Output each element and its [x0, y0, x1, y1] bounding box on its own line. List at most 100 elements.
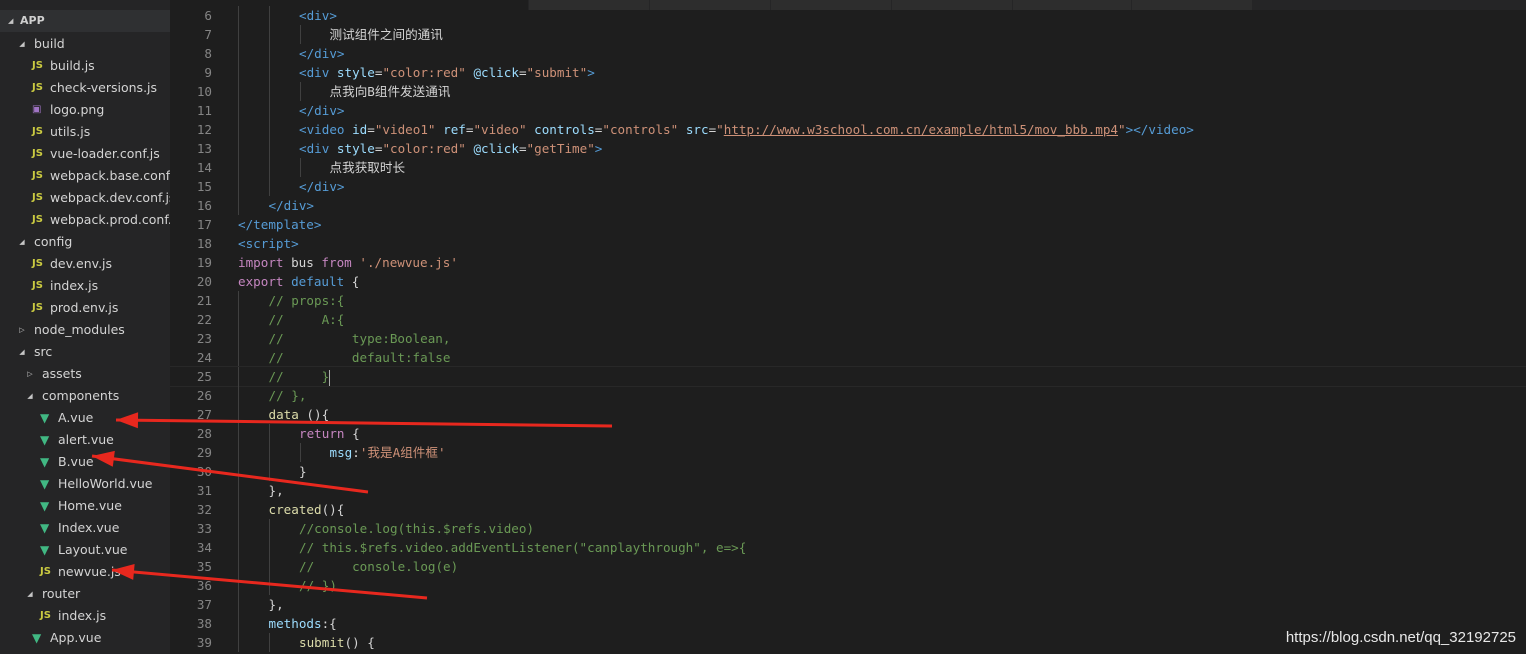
code-text: // type:Boolean,	[269, 329, 451, 348]
code-url-link[interactable]: http://www.w3school.com.cn/example/html5…	[724, 122, 1118, 137]
line-number: 13	[196, 141, 212, 156]
tree-file[interactable]: JS check-versions.js	[0, 77, 170, 99]
tree-folder[interactable]: ▷ node_modules	[0, 319, 170, 341]
js-file-icon: JS	[40, 610, 51, 621]
code-text: // A:{	[269, 310, 345, 329]
code-line[interactable]: 26 // },	[170, 386, 1526, 405]
tree-folder[interactable]: ▷ assets	[0, 363, 170, 385]
tree-file[interactable]: JS build.js	[0, 55, 170, 77]
code-line[interactable]: 25 // }	[170, 366, 1526, 387]
code-line[interactable]: 24 // default:false	[170, 348, 1526, 367]
line-number: 16	[196, 198, 212, 213]
chevron-right-icon[interactable]: ▷	[26, 363, 34, 385]
tree-file[interactable]: ▼ B.vue	[0, 451, 170, 473]
code-line[interactable]: 37},	[170, 595, 1526, 614]
chevron-down-icon[interactable]: ◢	[26, 385, 34, 407]
code-line[interactable]: 9 <div style="color:red" @click="submit">	[170, 63, 1526, 82]
code-line[interactable]: 28 return {	[170, 424, 1526, 443]
code-line[interactable]: 18 <script>	[170, 234, 1526, 253]
code-line[interactable]: 23 // type:Boolean,	[170, 329, 1526, 348]
code-line[interactable]: 22 // A:{	[170, 310, 1526, 329]
code-line[interactable]: 11 </div>	[170, 101, 1526, 120]
code-line[interactable]: 32 created(){	[170, 500, 1526, 519]
tree-file[interactable]: JS webpack.prod.conf.js	[0, 209, 170, 231]
code-line[interactable]: 29 msg:'我是A组件框'	[170, 443, 1526, 462]
code-line[interactable]: 17 </template>	[170, 215, 1526, 234]
tree-folder[interactable]: ◢ config	[0, 231, 170, 253]
code-token: // })	[299, 578, 337, 593]
chevron-down-icon: ◢	[8, 17, 14, 25]
chevron-down-icon[interactable]: ◢	[18, 33, 26, 55]
code-line[interactable]: 36 // })	[170, 576, 1526, 595]
indent-guide	[269, 6, 270, 25]
line-number: 12	[196, 122, 212, 137]
tree-file[interactable]: ▼ Layout.vue	[0, 539, 170, 561]
tree-item-label: webpack.prod.conf.js	[50, 212, 170, 227]
code-token: >	[587, 65, 595, 80]
chevron-down-icon[interactable]: ◢	[26, 583, 34, 605]
line-number: 17	[196, 217, 212, 232]
line-number: 10	[196, 84, 212, 99]
tree-file[interactable]: ▼ HelloWorld.vue	[0, 473, 170, 495]
tree-file[interactable]: ▼ alert.vue	[0, 429, 170, 451]
tree-file[interactable]: JS webpack.base.conf.js	[0, 165, 170, 187]
code-line[interactable]: 14 点我获取时长	[170, 158, 1526, 177]
code-line[interactable]: 16 </div>	[170, 196, 1526, 215]
indent-guide	[269, 557, 270, 576]
code-editor[interactable]: 6 <div> 7 测试组件之间的通讯 8 </div> 9 <div style="colo…	[170, 0, 1526, 654]
code-line[interactable]: 8 </div>	[170, 44, 1526, 63]
code-token: },	[268, 597, 284, 612]
tree-file[interactable]: JS vue-loader.conf.js	[0, 143, 170, 165]
tree-item-label: src	[34, 344, 53, 359]
code-line[interactable]: 13 <div style="color:red" @click="getTime…	[170, 139, 1526, 158]
tree-folder[interactable]: ◢ router	[0, 583, 170, 605]
code-line[interactable]: 30}	[170, 462, 1526, 481]
code-token: './newvue.js'	[359, 255, 458, 270]
tree-file[interactable]: ▼ App.vue	[0, 627, 170, 649]
code-line[interactable]: 20 export default {	[170, 272, 1526, 291]
tree-file[interactable]: ▼ A.vue	[0, 407, 170, 429]
tree-file[interactable]: JS utils.js	[0, 121, 170, 143]
explorer-root-header[interactable]: ◢ APP	[0, 10, 170, 32]
code-token: export	[238, 274, 284, 289]
code-text: </div>	[299, 177, 345, 196]
code-line[interactable]: 10 点我向B组件发送通讯	[170, 82, 1526, 101]
code-line[interactable]: 6 <div>	[170, 6, 1526, 25]
code-token: </div>	[299, 46, 345, 61]
code-line[interactable]: 31},	[170, 481, 1526, 500]
code-line[interactable]: 19 import bus from './newvue.js'	[170, 253, 1526, 272]
tree-file[interactable]: JS newvue.js	[0, 561, 170, 583]
code-line[interactable]: 7 测试组件之间的通讯	[170, 25, 1526, 44]
tree-file[interactable]: JS index.js	[0, 275, 170, 297]
tree-file[interactable]: JS prod.env.js	[0, 297, 170, 319]
tree-file[interactable]: ▼ Home.vue	[0, 495, 170, 517]
js-file-icon: JS	[40, 566, 51, 577]
code-token: return	[299, 426, 345, 441]
chevron-down-icon[interactable]: ◢	[18, 231, 26, 253]
code-line[interactable]: 35 // console.log(e)	[170, 557, 1526, 576]
line-number: 6	[204, 8, 212, 23]
tree-file[interactable]: JS dev.env.js	[0, 253, 170, 275]
code-line[interactable]: 15 </div>	[170, 177, 1526, 196]
tree-folder[interactable]: ◢ components	[0, 385, 170, 407]
tree-file[interactable]: ▼ Index.vue	[0, 517, 170, 539]
code-line[interactable]: 34 // this.$refs.video.addEventListener("…	[170, 538, 1526, 557]
tree-file[interactable]: JS index.js	[0, 605, 170, 627]
tree-item-label: config	[34, 234, 73, 249]
tree-file[interactable]: JS webpack.dev.conf.js	[0, 187, 170, 209]
tree-item-label: index.js	[58, 608, 107, 623]
code-line[interactable]: 33 //console.log(this.$refs.video)	[170, 519, 1526, 538]
code-line[interactable]: 12 <video id="video1" ref="video" control…	[170, 120, 1526, 139]
code-text: // console.log(e)	[299, 557, 458, 576]
code-line[interactable]: 21 // props:{	[170, 291, 1526, 310]
chevron-right-icon[interactable]: ▷	[18, 319, 26, 341]
line-number: 18	[196, 236, 212, 251]
tree-folder[interactable]: ◢ build	[0, 33, 170, 55]
code-line[interactable]: 27 data (){	[170, 405, 1526, 424]
tree-item-label: Index.vue	[58, 520, 120, 535]
code-text: <video id="video1" ref="video" controls=…	[299, 120, 1194, 139]
tree-folder[interactable]: ◢ src	[0, 341, 170, 363]
chevron-down-icon[interactable]: ◢	[18, 341, 26, 363]
tree-file[interactable]: ▣ logo.png	[0, 99, 170, 121]
